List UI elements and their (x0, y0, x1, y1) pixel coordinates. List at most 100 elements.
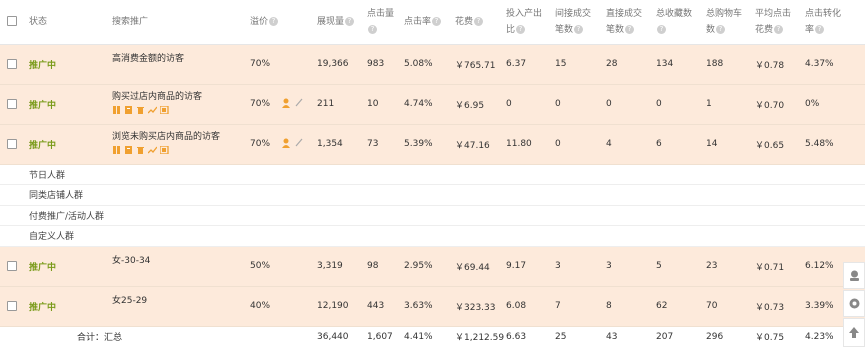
ctr-cell: 4.74% (402, 84, 453, 125)
help-icon[interactable]: ? (269, 16, 279, 26)
back-to-top-button[interactable] (843, 318, 865, 347)
pause-icon[interactable] (112, 105, 121, 114)
status-label: 推广中 (29, 60, 57, 71)
row-toolbar (112, 105, 246, 114)
total-row: 合计：汇总 36,440 1,607 4.41% ￥1,212.59 6.63 25 43 20… (0, 326, 865, 347)
edit-icon[interactable] (124, 105, 133, 114)
fav-cell: 6 (654, 124, 704, 165)
empty-cell (248, 326, 280, 347)
report-icon[interactable] (160, 105, 169, 114)
fav-cell: 134 (654, 44, 704, 85)
checkbox-cell (0, 246, 27, 287)
direct-cell: 28 (604, 44, 654, 85)
select-all-cell (0, 0, 27, 45)
premium-edit-cell (280, 246, 315, 287)
delete-icon[interactable] (136, 106, 145, 114)
table-row: 推广中 高消费金额的访客 70% 19,366 983 5.08% ￥765.71 6.37 1… (0, 44, 865, 85)
help-icon[interactable]: ? (625, 24, 635, 34)
help-icon[interactable]: ? (815, 24, 825, 34)
col-cvr: 点击转化率? (803, 0, 865, 45)
segment-row[interactable]: 节日人群 (0, 164, 865, 185)
status-label: 推广中 (29, 140, 57, 151)
segment-row[interactable]: 同类店铺人群 (0, 184, 865, 206)
crowd-name: 女25-29 (112, 295, 148, 306)
pause-icon[interactable] (112, 145, 121, 154)
help-icon[interactable]: ? (432, 16, 442, 26)
cpc-total: ￥0.75 (755, 333, 785, 344)
help-icon[interactable]: ? (345, 16, 355, 26)
cvr-value: 5.48% (805, 139, 834, 149)
col-fav: 总收藏数? (654, 0, 704, 45)
cost-cell: ￥765.71 (453, 44, 504, 85)
premium-edit-cell (280, 44, 315, 85)
premium-edit-cell (280, 124, 315, 165)
premium-cell: 70% (248, 124, 280, 165)
name-cell: 浏览未购买店内商品的访客 (110, 124, 248, 165)
impressions-value: 211 (317, 99, 335, 109)
help-icon[interactable]: ? (516, 24, 526, 34)
clicks-cell: 98 (365, 246, 402, 287)
row-checkbox[interactable] (7, 138, 17, 149)
feedback-button[interactable] (843, 290, 865, 317)
row-checkbox[interactable] (7, 260, 17, 271)
help-icon[interactable]: ? (474, 16, 484, 26)
roi-cell: 6.08 (504, 286, 553, 327)
direct-cell: 3 (604, 246, 654, 287)
service-icon (849, 270, 859, 281)
impressions-value: 19,366 (317, 59, 349, 69)
premium-cell: 70% (248, 44, 280, 85)
cart-value: 70 (706, 301, 718, 311)
impressions-cell: 211 (315, 84, 365, 125)
help-icon[interactable]: ? (774, 24, 784, 34)
clicks-cell: 983 (365, 44, 402, 85)
row-checkbox[interactable] (7, 58, 17, 69)
empty-cell (280, 326, 315, 347)
col-clicks: 点击量? (365, 0, 402, 45)
cart-cell: 14 (704, 124, 753, 165)
row-checkbox[interactable] (7, 300, 17, 311)
segment-row[interactable]: 付费推广/活动人群 (0, 205, 865, 226)
person-icon[interactable] (282, 98, 293, 108)
impressions-total: 36,440 (317, 331, 349, 342)
name-cell: 高消费金额的访客 (110, 44, 248, 85)
col-name: 搜索推广 (110, 0, 248, 45)
help-icon[interactable]: ? (716, 24, 726, 34)
fav-cell: 0 (654, 84, 704, 125)
help-icon[interactable]: ? (368, 24, 377, 34)
select-all-checkbox[interactable] (7, 16, 17, 27)
cpc-value: ￥0.73 (755, 302, 785, 313)
report-icon[interactable] (160, 145, 169, 154)
premium-value: 70% (250, 59, 271, 69)
impressions-cell: 3,319 (315, 246, 365, 287)
back-to-top-icon (849, 327, 859, 338)
cpc-value: ￥0.65 (755, 140, 785, 151)
segment-label: 同类店铺人群 (27, 184, 865, 206)
col-direct: 直接成交 笔数? (604, 0, 654, 45)
cpc-value: ￥0.70 (755, 100, 785, 111)
pencil-icon[interactable] (295, 98, 303, 107)
person-icon[interactable] (282, 138, 293, 148)
edit-icon[interactable] (124, 145, 133, 154)
table-row: 推广中 浏览未购买店内商品的访客 70% 1,354 73 5.39% ￥47.16 11.8… (0, 124, 865, 165)
roi-total-cell: 6.63 (504, 326, 553, 347)
trend-icon[interactable] (148, 146, 157, 154)
row-checkbox[interactable] (7, 98, 17, 109)
impressions-value: 1,354 (317, 139, 343, 149)
delete-icon[interactable] (136, 146, 145, 154)
impressions-cell: 1,354 (315, 124, 365, 165)
ctr-value: 5.08% (404, 59, 433, 69)
ctr-value: 4.74% (404, 99, 433, 109)
direct-total: 43 (606, 331, 618, 342)
help-icon[interactable]: ? (574, 24, 584, 34)
ctr-cell: 5.08% (402, 44, 453, 85)
direct-value: 8 (606, 301, 612, 311)
ctr-cell: 3.63% (402, 286, 453, 327)
trend-icon[interactable] (148, 106, 157, 114)
segment-row[interactable]: 自定义人群 (0, 225, 865, 247)
service-button[interactable] (843, 262, 865, 289)
feedback-icon (849, 298, 859, 309)
help-icon[interactable]: ? (657, 24, 666, 34)
cpc-total-cell: ￥0.75 (753, 326, 803, 347)
pencil-icon[interactable] (295, 138, 303, 147)
premium-cell: 50% (248, 246, 280, 287)
